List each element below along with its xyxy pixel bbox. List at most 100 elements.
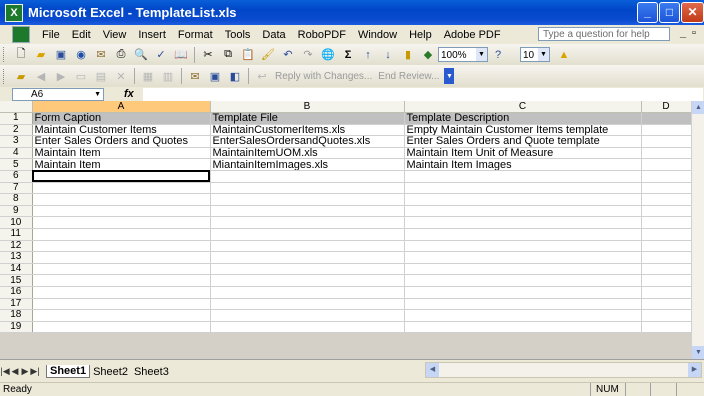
insert-function-icon[interactable]: fx <box>124 88 134 100</box>
print-icon[interactable]: ⎙ <box>113 47 129 63</box>
save-icon[interactable]: ▣ <box>53 47 69 63</box>
zoom-combo[interactable]: 100% ▼ <box>438 47 488 62</box>
cell-b2[interactable]: MaintainCustomerItems.xls <box>210 124 405 137</box>
cell-c8[interactable] <box>404 193 642 206</box>
last-sheet-icon[interactable]: ▶| <box>30 366 40 377</box>
row-header[interactable]: 18 <box>0 309 33 322</box>
column-header-a[interactable]: A <box>32 101 211 113</box>
fill-color-icon[interactable]: ▲ <box>556 47 572 63</box>
cell-c19[interactable] <box>404 321 642 334</box>
cell-c18[interactable] <box>404 309 642 322</box>
cell-d9[interactable] <box>641 205 692 218</box>
reply-with-changes-button[interactable]: Reply with Changes... <box>275 71 372 82</box>
maximize-button[interactable]: □ <box>659 2 680 23</box>
cell-b14[interactable] <box>210 263 405 276</box>
cell-a17[interactable] <box>32 298 211 311</box>
cell-d8[interactable] <box>641 193 692 206</box>
minimize-button[interactable]: _ <box>637 2 658 23</box>
open-icon[interactable]: ▰ <box>33 47 49 63</box>
row-header[interactable]: 4 <box>0 147 33 160</box>
chart-wizard-icon[interactable]: ▮ <box>400 47 416 63</box>
cell-a18[interactable] <box>32 309 211 322</box>
row-header[interactable]: 19 <box>0 321 33 334</box>
row-header[interactable]: 10 <box>0 216 33 229</box>
menu-edit[interactable]: Edit <box>66 29 97 41</box>
cell-b4[interactable]: MaintainItemUOM.xls <box>210 147 405 160</box>
cell-b6[interactable] <box>210 170 405 183</box>
track-changes-icon[interactable]: ▦ <box>140 68 156 84</box>
end-review-button[interactable]: End Review... <box>378 71 439 82</box>
sort-ascending-icon[interactable]: ↑ <box>360 47 376 63</box>
font-size-combo[interactable]: 10 ▼ <box>520 47 550 62</box>
cell-b12[interactable] <box>210 240 405 253</box>
row-header[interactable]: 3 <box>0 135 33 148</box>
cell-a16[interactable] <box>32 286 211 299</box>
tab-sheet2[interactable]: Sheet2 <box>90 366 131 378</box>
show-comment-icon[interactable]: ▭ <box>73 68 89 84</box>
email-icon[interactable]: ✉ <box>93 47 109 63</box>
row-header[interactable]: 14 <box>0 263 33 276</box>
cell-c2[interactable]: Empty Maintain Customer Items template <box>404 124 642 137</box>
cell-a7[interactable] <box>32 182 211 195</box>
row-header[interactable]: 7 <box>0 182 33 195</box>
cell-d6[interactable] <box>641 170 692 183</box>
research-icon[interactable]: 📖 <box>173 47 189 63</box>
tab-sheet3[interactable]: Sheet3 <box>131 366 172 378</box>
redo-icon[interactable]: ↷ <box>300 47 316 63</box>
column-header-c[interactable]: C <box>404 101 642 113</box>
cell-b3[interactable]: EnterSalesOrdersandQuotes.xls <box>210 135 405 148</box>
menu-robopdf[interactable]: RoboPDF <box>292 29 352 41</box>
scroll-left-icon[interactable]: ◀ <box>426 363 439 377</box>
row-header[interactable]: 2 <box>0 124 33 137</box>
column-header-d[interactable]: D <box>641 101 692 113</box>
row-header[interactable]: 15 <box>0 274 33 287</box>
cell-b19[interactable] <box>210 321 405 334</box>
cell-d5[interactable] <box>641 158 692 171</box>
formula-input[interactable] <box>141 86 704 102</box>
cell-b8[interactable] <box>210 193 405 206</box>
cell-c1[interactable]: Template Description <box>404 112 642 125</box>
print-preview-icon[interactable]: 🔍 <box>133 47 149 63</box>
row-header[interactable]: 16 <box>0 286 33 299</box>
autosum-icon[interactable]: Σ <box>340 47 356 63</box>
cell-d13[interactable] <box>641 251 692 264</box>
send-mail-icon[interactable]: ✉ <box>187 68 203 84</box>
cell-b11[interactable] <box>210 228 405 241</box>
cell-d1[interactable] <box>641 112 692 125</box>
prev-sheet-icon[interactable]: ◀ <box>10 366 20 377</box>
format-painter-icon[interactable]: 🖌 <box>260 47 276 63</box>
cell-c14[interactable] <box>404 263 642 276</box>
menu-insert[interactable]: Insert <box>132 29 172 41</box>
cell-d15[interactable] <box>641 274 692 287</box>
cell-a13[interactable] <box>32 251 211 264</box>
cell-d11[interactable] <box>641 228 692 241</box>
open-shared-icon[interactable]: ▰ <box>13 68 29 84</box>
cell-a12[interactable] <box>32 240 211 253</box>
cell-b7[interactable] <box>210 182 405 195</box>
help-question-input[interactable]: Type a question for help <box>538 27 670 41</box>
cell-d4[interactable] <box>641 147 692 160</box>
row-header[interactable]: 17 <box>0 298 33 311</box>
cell-a4[interactable]: Maintain Item <box>32 147 211 160</box>
scroll-up-icon[interactable]: ▲ <box>692 101 704 114</box>
row-header[interactable]: 6 <box>0 170 33 183</box>
menu-window[interactable]: Window <box>352 29 403 41</box>
toolbar-options-icon[interactable]: ▼ <box>444 68 455 84</box>
cell-a19[interactable] <box>32 321 211 334</box>
vertical-scrollbar[interactable]: ▲ ▼ <box>691 101 704 359</box>
help-icon[interactable]: ? <box>490 47 506 63</box>
cell-d2[interactable] <box>641 124 692 137</box>
cell-c10[interactable] <box>404 216 642 229</box>
cell-c11[interactable] <box>404 228 642 241</box>
cell-b15[interactable] <box>210 274 405 287</box>
cell-c15[interactable] <box>404 274 642 287</box>
cell-d14[interactable] <box>641 263 692 276</box>
cell-b5[interactable]: MiantainItemImages.xls <box>210 158 405 171</box>
previous-comment-icon[interactable]: ◀ <box>33 68 49 84</box>
cell-d17[interactable] <box>641 298 692 311</box>
cell-c6[interactable] <box>404 170 642 183</box>
doc-minimize-icon[interactable]: _ <box>680 27 686 39</box>
excel-app-icon[interactable]: X <box>5 3 23 22</box>
next-sheet-icon[interactable]: ▶ <box>20 366 30 377</box>
cell-d16[interactable] <box>641 286 692 299</box>
